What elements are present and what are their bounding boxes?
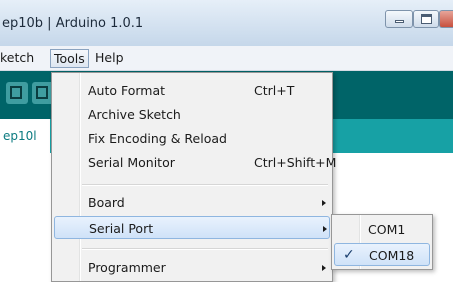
menu-tools[interactable]: Tools <box>50 49 89 68</box>
menu-item-com18[interactable]: ✓ COM18 <box>334 243 430 266</box>
menu-item-serial-port[interactable]: Serial Port <box>54 216 330 239</box>
menu-item-auto-format[interactable]: Auto Format Ctrl+T <box>54 79 330 102</box>
serial-port-submenu: COM1 ✓ COM18 <box>331 214 433 270</box>
menu-separator <box>82 248 328 250</box>
menu-item-label: Fix Encoding & Reload <box>88 131 227 146</box>
minimize-button[interactable] <box>385 10 413 28</box>
menu-item-label: COM1 <box>368 222 406 237</box>
window-title: ep10b | Arduino 1.0.1 <box>2 16 144 31</box>
menu-item-board[interactable]: Board <box>54 191 330 214</box>
menu-sketch[interactable]: ketch <box>0 50 34 66</box>
menu-item-label: Programmer <box>88 260 166 275</box>
menu-help[interactable]: Help <box>95 50 124 66</box>
menu-item-shortcut: Ctrl+Shift+M <box>254 155 337 170</box>
sketch-tab-label: ep10l <box>3 129 37 143</box>
menu-item-programmer[interactable]: Programmer <box>54 256 330 279</box>
menu-item-label: Serial Monitor <box>88 155 175 170</box>
toolbar-button-icon <box>36 86 48 99</box>
menu-bar: ketch Tools Help <box>0 46 453 71</box>
title-bar: ep10b | Arduino 1.0.1 <box>0 0 453 47</box>
toolbar-button-icon <box>10 86 22 99</box>
menu-item-label: Auto Format <box>88 83 166 98</box>
menu-item-label: Serial Port <box>89 221 154 236</box>
close-button[interactable] <box>439 10 453 28</box>
checkmark-icon: ✓ <box>343 247 355 263</box>
menu-item-com1[interactable]: COM1 <box>334 218 430 241</box>
minimize-icon <box>395 20 404 23</box>
menu-item-label: Archive Sketch <box>88 107 181 122</box>
maximize-icon <box>421 14 432 24</box>
menu-item-shortcut: Ctrl+T <box>254 83 295 98</box>
menu-separator <box>82 184 328 186</box>
toolbar-button-upload[interactable] <box>6 82 28 104</box>
menu-item-label: COM18 <box>369 248 415 263</box>
tools-dropdown-menu: Auto Format Ctrl+T Archive Sketch Fix En… <box>51 72 336 282</box>
menu-item-fix-encoding[interactable]: Fix Encoding & Reload <box>54 127 330 150</box>
menu-item-label: Board <box>88 195 125 210</box>
submenu-arrow-icon <box>322 265 326 271</box>
menu-item-serial-monitor[interactable]: Serial Monitor Ctrl+Shift+M <box>54 151 336 174</box>
submenu-arrow-icon <box>322 200 326 206</box>
submenu-arrow-icon <box>323 226 327 232</box>
maximize-button[interactable] <box>413 10 439 28</box>
menu-item-archive-sketch[interactable]: Archive Sketch <box>54 103 330 126</box>
